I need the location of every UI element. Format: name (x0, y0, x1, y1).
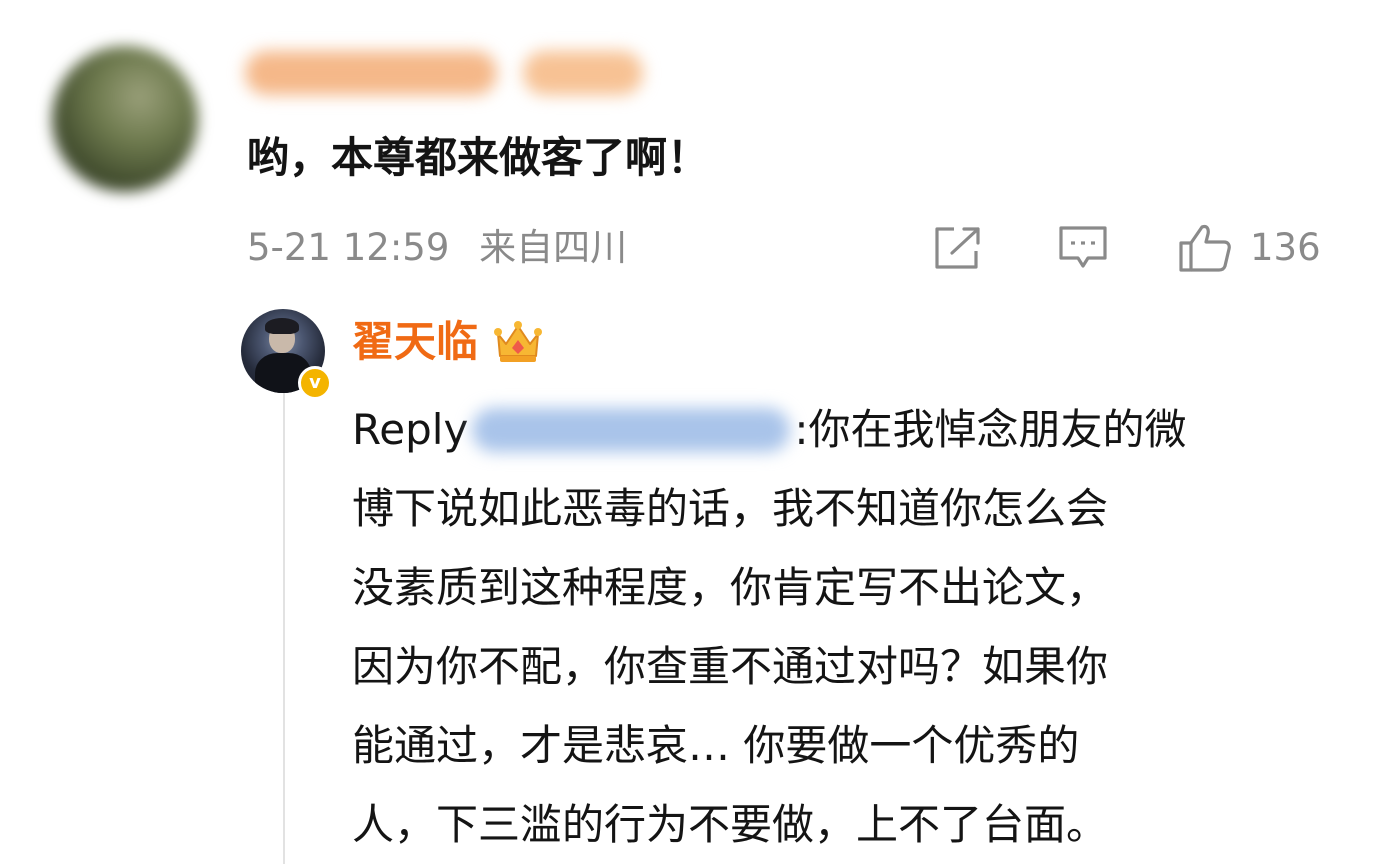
comment-icon (1059, 226, 1107, 268)
reply-line: 人，下三滥的行为不要做，上不了台面。 (352, 800, 1109, 849)
share-icon (935, 227, 980, 269)
reply-text: Reply : 你在我悼念朋友的微 博下说如此恶毒的话，我不知道你怎么会 没素质… (352, 390, 1342, 864)
reply-line-text: 你在我悼念朋友的微 (808, 405, 1187, 454)
like-count: 136 (1250, 226, 1321, 269)
blurred-name-part (245, 51, 497, 95)
reply-username[interactable]: 翟天临 (352, 313, 478, 371)
reply-line: 博下说如此恶毒的话，我不知道你怎么会 (352, 484, 1109, 533)
reply-line: Reply : 你在我悼念朋友的微 (352, 390, 1342, 469)
reply-colon: : (794, 405, 809, 454)
comment-text: 哟，本尊都来做客了啊！ (247, 133, 710, 182)
mentioned-user-blurred[interactable] (472, 407, 791, 452)
comment-button[interactable] (1058, 222, 1108, 274)
commenter-avatar-blurred[interactable] (52, 46, 198, 192)
reply-line: 没素质到这种程度，你肯定写不出论文， (352, 563, 1109, 612)
comment-location: 来自四川 (479, 226, 628, 269)
comment-meta: 5-21 12:59 来自四川 (247, 222, 627, 274)
like-button[interactable]: 136 (1178, 222, 1321, 274)
reply-line: 因为你不配，你查重不通过对吗？如果你 (352, 642, 1109, 691)
thumbs-up-icon (1179, 224, 1231, 272)
verified-badge-icon: v (298, 366, 332, 400)
commenter-username-blurred[interactable] (245, 48, 643, 98)
reply-prefix: Reply (352, 405, 469, 454)
blurred-name-part (523, 51, 643, 95)
reply-username-row: 翟天临 (352, 313, 544, 371)
share-button[interactable] (932, 222, 984, 274)
thread-line (283, 392, 285, 864)
crown-icon (494, 321, 543, 362)
reply-line: 能通过，才是悲哀… 你要做一个优秀的 (352, 721, 1080, 770)
comment-date: 5-21 12:59 (247, 226, 450, 269)
